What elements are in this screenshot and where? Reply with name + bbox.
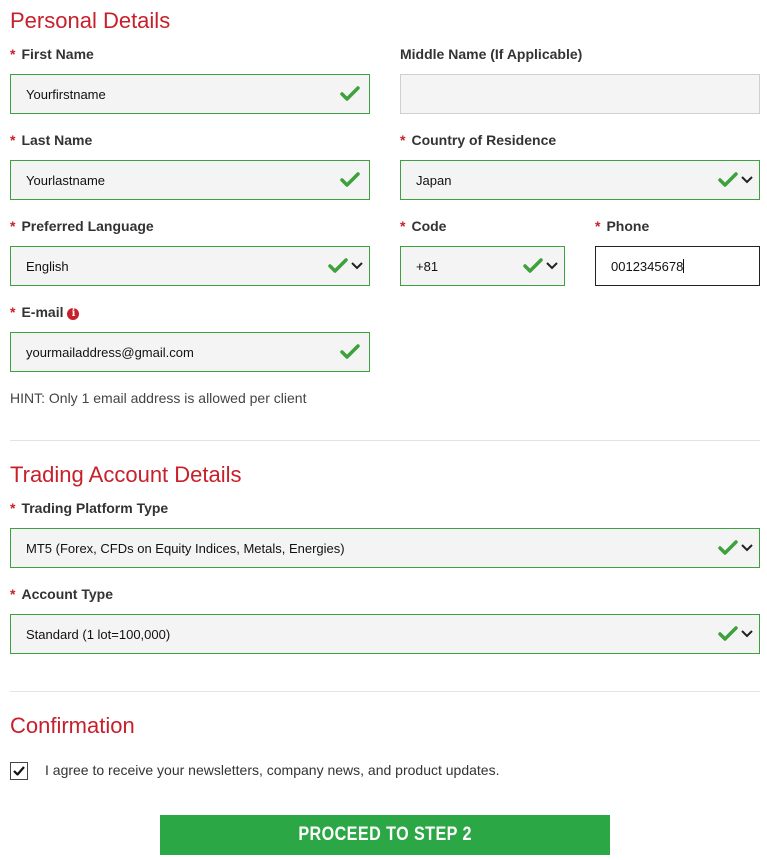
email-label: * E-mail i [10,304,80,320]
checkmark-icon [717,537,739,559]
required-marker: * [10,132,16,148]
text-cursor [683,258,685,273]
proceed-button-label: PROCEED TO STEP 2 [298,824,472,845]
email-value: yourmailaddress@gmail.com [26,344,194,360]
country-value: Japan [416,172,452,188]
required-marker: * [400,132,406,148]
email-field[interactable]: yourmailaddress@gmail.com [10,332,370,372]
platform-label: * Trading Platform Type [10,500,169,516]
last-name-label: * Last Name [10,132,93,148]
first-name-label: * First Name [10,46,94,62]
section-title-personal: Personal Details [10,8,171,33]
account-type-value: Standard (1 lot=100,000) [26,626,171,642]
platform-value: MT5 (Forex, CFDs on Equity Indices, Meta… [26,540,345,556]
checkmark-icon [717,169,739,191]
first-name-value: Yourfirstname [26,86,106,102]
proceed-button[interactable]: PROCEED TO STEP 2 [160,815,610,855]
required-marker: * [10,46,16,62]
checkmark-icon [13,766,25,776]
required-marker: * [595,218,601,234]
middle-name-field[interactable] [400,74,760,114]
country-select[interactable]: Japan [400,160,760,200]
middle-name-label: Middle Name (If Applicable) [400,46,583,62]
chevron-down-icon[interactable] [544,258,560,274]
chevron-down-icon[interactable] [349,258,365,274]
required-marker: * [10,586,16,602]
info-icon[interactable]: i [67,308,80,320]
platform-select[interactable]: MT5 (Forex, CFDs on Equity Indices, Meta… [10,528,760,568]
required-marker: * [400,218,406,234]
divider [10,440,760,441]
required-marker: * [10,500,16,516]
email-hint: HINT: Only 1 email address is allowed pe… [10,390,307,406]
account-type-label: * Account Type [10,586,113,602]
checkmark-icon [339,341,361,363]
account-type-select[interactable]: Standard (1 lot=100,000) [10,614,760,654]
phone-value: 0012345678 [611,258,684,274]
newsletter-label[interactable]: I agree to receive your newsletters, com… [45,762,499,778]
language-label: * Preferred Language [10,218,154,234]
code-value: +81 [416,258,439,274]
checkmark-icon [339,169,361,191]
country-label: * Country of Residence [400,132,557,148]
phone-label: * Phone [595,218,650,234]
last-name-value: Yourlastname [26,172,106,188]
language-select[interactable]: English [10,246,370,286]
last-name-field[interactable]: Yourlastname [10,160,370,200]
code-select[interactable]: +81 [400,246,565,286]
checkmark-icon [339,83,361,105]
divider [10,691,760,692]
language-value: English [26,258,69,274]
chevron-down-icon[interactable] [739,540,755,556]
code-label: * Code [400,218,447,234]
section-title-trading: Trading Account Details [10,462,242,487]
checkmark-icon [327,255,349,277]
chevron-down-icon[interactable] [739,626,755,642]
section-title-confirmation: Confirmation [10,713,135,738]
checkmark-icon [717,623,739,645]
first-name-field[interactable]: Yourfirstname [10,74,370,114]
phone-input[interactable]: 0012345678 [595,246,760,286]
checkmark-icon [522,255,544,277]
required-marker: * [10,304,16,320]
required-marker: * [10,218,16,234]
chevron-down-icon[interactable] [739,172,755,188]
newsletter-checkbox[interactable] [10,762,28,780]
